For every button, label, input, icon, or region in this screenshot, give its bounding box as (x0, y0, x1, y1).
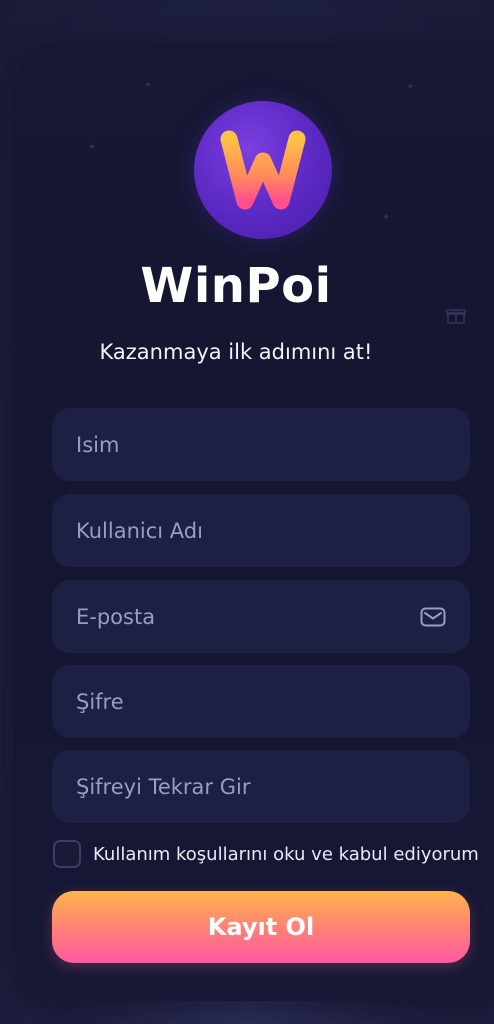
username-input-placeholder: Kullanicı Adı (76, 518, 203, 543)
username-input[interactable]: Kullanicı Adı (52, 494, 470, 567)
terms-label: Kullanım koşullarını oku ve kabul ediyor… (93, 843, 479, 865)
terms-row[interactable]: Kullanım koşullarını oku ve kabul ediyor… (53, 839, 479, 869)
terms-checkbox[interactable] (53, 840, 81, 868)
sparkle-icon: ✦ (382, 212, 391, 223)
sparkle-icon: ✦ (144, 80, 153, 91)
password-input[interactable]: Şifre (52, 665, 470, 738)
register-button[interactable]: Kayıt Ol (52, 891, 470, 963)
name-input-placeholder: Isim (76, 432, 120, 457)
app-name: WinPoi (140, 258, 332, 314)
sparkle-icon: ✦ (88, 142, 97, 153)
sparkle-icon: · (126, 210, 130, 221)
sparkle-icon: ✦ (406, 82, 415, 93)
name-input[interactable]: Isim (52, 408, 470, 481)
winpoi-logo-icon (220, 130, 306, 210)
password-repeat-input-placeholder: Şifreyi Tekrar Gir (76, 774, 251, 799)
mail-icon (420, 607, 446, 626)
email-input[interactable]: E-posta (52, 580, 470, 653)
tagline: Kazanmaya ilk adımını at! (99, 340, 373, 364)
app-logo (194, 101, 332, 239)
password-repeat-input[interactable]: Şifreyi Tekrar Gir (52, 750, 470, 823)
password-input-placeholder: Şifre (76, 689, 124, 714)
email-input-placeholder: E-posta (76, 604, 156, 629)
